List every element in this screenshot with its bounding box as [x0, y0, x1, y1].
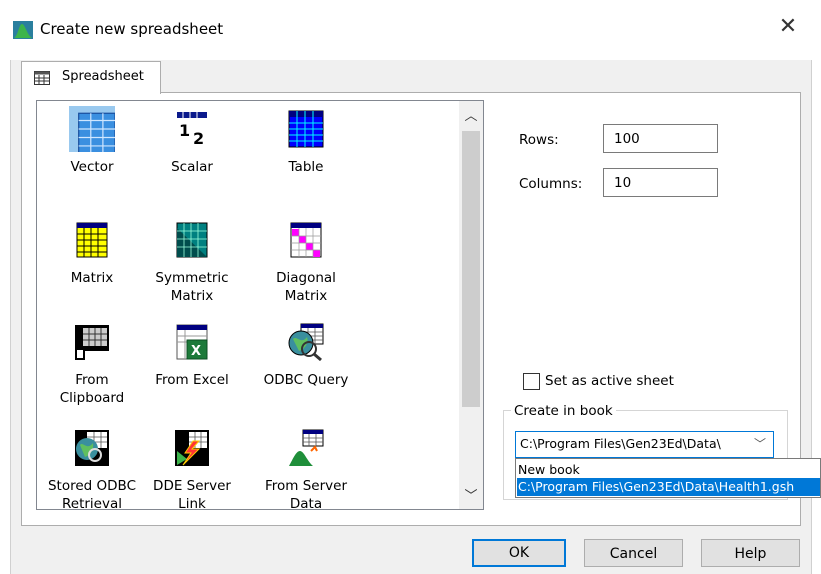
- server-data-icon: [289, 429, 324, 466]
- svg-text:2: 2: [193, 129, 204, 148]
- stored-odbc-icon: [75, 430, 109, 466]
- item-label: Stored ODBC Retrieval: [47, 478, 136, 510]
- item-label: Matrix: [70, 270, 114, 286]
- create-in-book-label: Create in book: [511, 403, 616, 419]
- scroll-down-icon[interactable]: ﹀: [464, 485, 478, 504]
- matrix-icon: [76, 222, 108, 258]
- book-dropdown-list[interactable]: New book C:\Program Files\Gen23Ed\Data\H…: [515, 458, 821, 498]
- svg-text:X: X: [191, 344, 201, 359]
- tab-spreadsheet[interactable]: Spreadsheet: [21, 61, 161, 94]
- close-icon[interactable]: ✕: [776, 15, 800, 39]
- item-label: Table: [288, 159, 324, 175]
- spreadsheet-grid-icon: [34, 71, 50, 85]
- title-bar: Create new spreadsheet ✕: [0, 0, 821, 60]
- book-select-value: C:\Program Files\Gen23Ed\Data\: [520, 436, 721, 451]
- item-label: From Excel: [155, 372, 229, 388]
- app-logo-icon: [13, 21, 33, 39]
- svg-text:1: 1: [179, 121, 190, 140]
- list-item-dde-server[interactable]: DDE Server Link: [137, 429, 247, 510]
- symmetric-matrix-icon: [176, 222, 208, 258]
- item-label: Diagonal Matrix: [276, 270, 336, 304]
- list-item-diagonal-matrix[interactable]: Diagonal Matrix: [251, 221, 361, 305]
- spreadsheet-type-list[interactable]: Vector 1 2 Scalar Table Matrix Symmetric…: [36, 100, 461, 510]
- active-sheet-checkbox[interactable]: [523, 373, 540, 390]
- item-label: ODBC Query: [263, 372, 349, 388]
- option-health1-book[interactable]: C:\Program Files\Gen23Ed\Data\Health1.gs…: [517, 478, 820, 496]
- rows-input[interactable]: 100: [603, 124, 718, 153]
- list-item-from-excel[interactable]: X From Excel: [137, 323, 247, 389]
- list-item-from-clipboard[interactable]: From Clipboard: [37, 323, 147, 407]
- scroll-up-icon[interactable]: ︿: [464, 105, 478, 124]
- vector-icon: [69, 106, 115, 152]
- diagonal-matrix-icon: [290, 222, 322, 258]
- book-select[interactable]: C:\Program Files\Gen23Ed\Data\ ﹀: [515, 431, 774, 458]
- list-scrollbar[interactable]: ︿ ﹀: [459, 100, 484, 510]
- ok-button[interactable]: OK: [472, 539, 566, 567]
- list-item-matrix[interactable]: Matrix: [37, 221, 147, 287]
- active-sheet-label[interactable]: Set as active sheet: [545, 373, 674, 389]
- item-label: Symmetric Matrix: [155, 270, 229, 304]
- item-label: Scalar: [171, 159, 213, 175]
- option-new-book[interactable]: New book: [518, 461, 580, 478]
- rows-label: Rows:: [519, 132, 559, 148]
- list-item-table[interactable]: Table: [251, 110, 361, 176]
- excel-icon: X: [176, 324, 208, 360]
- list-item-vector[interactable]: Vector: [37, 106, 147, 176]
- item-label: From Clipboard: [59, 372, 125, 406]
- list-item-from-server[interactable]: From Server Data: [251, 429, 361, 510]
- list-item-odbc-query[interactable]: ODBC Query: [251, 323, 361, 389]
- table-icon: [288, 110, 324, 148]
- odbc-query-icon: [288, 323, 324, 361]
- item-label: From Server Data: [264, 478, 347, 510]
- item-label: DDE Server Link: [153, 478, 231, 510]
- window-title: Create new spreadsheet: [40, 20, 224, 38]
- tab-label: Spreadsheet: [62, 69, 144, 84]
- list-item-stored-odbc[interactable]: Stored ODBC Retrieval: [37, 429, 147, 510]
- columns-input[interactable]: 10: [603, 168, 718, 197]
- scalar-icon: 1 2: [177, 112, 207, 148]
- list-item-symmetric-matrix[interactable]: Symmetric Matrix: [137, 221, 247, 305]
- dde-server-icon: [175, 430, 209, 466]
- cancel-button[interactable]: Cancel: [584, 539, 683, 567]
- list-item-scalar[interactable]: 1 2 Scalar: [137, 110, 247, 176]
- chevron-down-icon[interactable]: ﹀: [754, 435, 766, 452]
- scroll-thumb[interactable]: [462, 131, 480, 407]
- help-button[interactable]: Help: [701, 539, 800, 567]
- columns-label: Columns:: [519, 176, 583, 192]
- item-label: Vector: [70, 159, 114, 175]
- clipboard-icon: [75, 325, 109, 360]
